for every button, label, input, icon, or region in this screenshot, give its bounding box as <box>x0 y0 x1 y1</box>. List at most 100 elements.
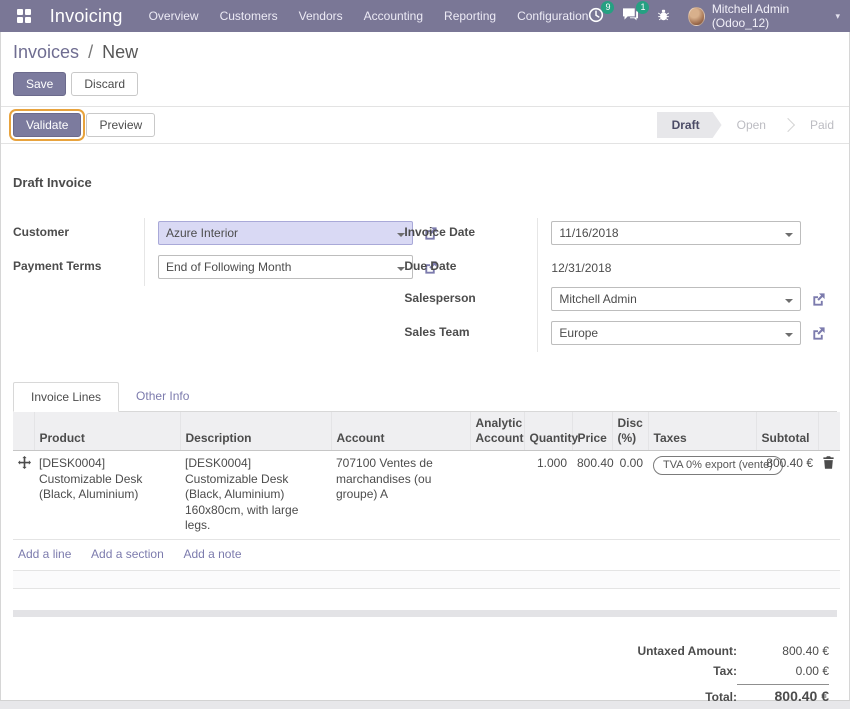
empty-list-row <box>13 570 840 588</box>
menu-customers[interactable]: Customers <box>220 1 278 31</box>
chevron-down-icon: ▾ <box>835 11 840 22</box>
messages-button[interactable]: 1 <box>622 7 639 25</box>
col-analytic-account[interactable]: Analytic Account <box>470 412 524 451</box>
control-panel: Invoices / New Save Discard <box>1 32 849 107</box>
dropdown-caret-icon <box>785 233 793 241</box>
breadcrumb: Invoices / New <box>13 42 833 63</box>
tab-other-info[interactable]: Other Info <box>119 382 206 412</box>
systray: 9 1 Mitchell Admin (Odoo_12) ▾ <box>588 2 840 30</box>
salesperson-field[interactable]: Mitchell Admin <box>551 287 801 311</box>
customer-field[interactable]: Azure Interior <box>158 221 413 245</box>
dropdown-caret-icon <box>785 299 793 307</box>
breadcrumb-current: New <box>102 42 138 62</box>
delete-column-header <box>818 412 840 451</box>
salesperson-external-link-icon[interactable] <box>811 292 826 307</box>
notebook-tabs: Invoice Lines Other Info <box>13 382 837 412</box>
menu-accounting[interactable]: Accounting <box>364 1 423 31</box>
form-statusbar: Validate Preview Draft Open Paid <box>1 107 849 144</box>
add-line-row: Add a line Add a section Add a note <box>13 539 840 570</box>
total-label: Total: <box>705 690 737 704</box>
payment-terms-label: Payment Terms <box>13 252 144 286</box>
cell-quantity[interactable]: 1.000 <box>524 451 572 540</box>
cell-product[interactable]: [DESK0004] Customizable Desk (Black, Alu… <box>34 451 180 540</box>
invoice-line-row: [DESK0004] Customizable Desk (Black, Alu… <box>13 451 840 540</box>
menu-overview[interactable]: Overview <box>149 1 199 31</box>
status-pipeline: Draft Open Paid <box>657 112 849 138</box>
cell-price[interactable]: 800.40 <box>572 451 612 540</box>
add-a-note-link[interactable]: Add a note <box>183 547 241 561</box>
total-value: 800.40 € <box>737 684 829 704</box>
sales-team-external-link-icon[interactable] <box>811 326 826 341</box>
sales-team-field[interactable]: Europe <box>551 321 801 345</box>
menu-configuration[interactable]: Configuration <box>517 1 588 31</box>
cell-disc[interactable]: 0.00 <box>612 451 648 540</box>
breadcrumb-invoices-link[interactable]: Invoices <box>13 42 79 62</box>
cell-description[interactable]: [DESK0004] Customizable Desk (Black, Alu… <box>180 451 331 540</box>
menu-reporting[interactable]: Reporting <box>444 1 496 31</box>
col-quantity[interactable]: Quantity <box>524 412 572 451</box>
document-state-title: Draft Invoice <box>13 175 837 190</box>
status-step-paid[interactable]: Paid <box>795 112 849 138</box>
tab-invoice-lines[interactable]: Invoice Lines <box>13 382 119 412</box>
bug-icon <box>657 8 670 25</box>
activities-button[interactable]: 9 <box>588 7 604 26</box>
debug-button[interactable] <box>657 8 670 25</box>
col-disc[interactable]: Disc (%) <box>612 412 648 451</box>
status-step-open[interactable]: Open <box>722 112 781 138</box>
col-description[interactable]: Description <box>180 412 331 451</box>
invoice-lines-table: Product Description Account Analytic Acc… <box>13 412 840 589</box>
due-date-value: 12/31/2018 <box>551 257 611 275</box>
customer-label: Customer <box>13 218 144 252</box>
status-step-draft[interactable]: Draft <box>657 112 722 138</box>
form-fields: Customer Azure Interior Payment Terms <box>13 218 837 352</box>
invoice-date-label: Invoice Date <box>404 218 537 252</box>
add-a-line-link[interactable]: Add a line <box>18 547 71 561</box>
save-button[interactable]: Save <box>13 72 66 96</box>
table-header-row: Product Description Account Analytic Acc… <box>13 412 840 451</box>
form-sheet: Draft Invoice Customer Azure Interior Pa <box>1 144 849 709</box>
app-title[interactable]: Invoicing <box>50 6 123 27</box>
cell-account[interactable]: 707100 Ventes de marchandises (ou groupe… <box>331 451 470 540</box>
chevron-right-icon <box>781 112 795 138</box>
apps-menu-button[interactable] <box>12 3 36 29</box>
dropdown-caret-icon <box>785 333 793 341</box>
activity-count-badge: 9 <box>601 1 614 14</box>
col-subtotal[interactable]: Subtotal <box>756 412 818 451</box>
user-avatar <box>688 7 704 26</box>
main-menu: Overview Customers Vendors Accounting Re… <box>149 1 589 31</box>
section-divider-bar <box>13 610 837 617</box>
breadcrumb-separator: / <box>88 42 93 62</box>
cell-analytic-account[interactable] <box>470 451 524 540</box>
user-name: Mitchell Admin (Odoo_12) <box>712 2 829 30</box>
col-account[interactable]: Account <box>331 412 470 451</box>
add-a-section-link[interactable]: Add a section <box>91 547 164 561</box>
discard-button[interactable]: Discard <box>71 72 138 96</box>
untaxed-amount-label: Untaxed Amount: <box>637 644 737 658</box>
sales-team-label: Sales Team <box>404 318 537 352</box>
drag-column-header <box>13 412 34 451</box>
payment-terms-field[interactable]: End of Following Month <box>158 255 413 279</box>
untaxed-amount-value: 800.40 € <box>737 644 829 658</box>
tax-value: 0.00 € <box>737 664 829 678</box>
menu-vendors[interactable]: Vendors <box>299 1 343 31</box>
tax-tag[interactable]: TVA 0% export (vente) <box>653 456 783 475</box>
preview-button[interactable]: Preview <box>86 113 155 137</box>
invoice-date-field[interactable]: 11/16/2018 <box>551 221 801 245</box>
record-buttons: Save Discard <box>13 72 833 96</box>
totals-panel: Untaxed Amount: 800.40 € Tax: 0.00 € Tot… <box>549 641 829 707</box>
cell-taxes[interactable]: TVA 0% export (vente) <box>648 451 756 540</box>
validate-button[interactable]: Validate <box>13 113 81 137</box>
notebook: Invoice Lines Other Info Product Descrip… <box>13 382 837 589</box>
user-menu[interactable]: Mitchell Admin (Odoo_12) ▾ <box>688 2 840 30</box>
col-price[interactable]: Price <box>572 412 612 451</box>
tax-label: Tax: <box>713 664 737 678</box>
workflow-buttons: Validate Preview <box>13 113 155 137</box>
col-taxes[interactable]: Taxes <box>648 412 756 451</box>
apps-grid-icon <box>17 9 31 23</box>
top-navbar: Invoicing Overview Customers Vendors Acc… <box>0 0 850 32</box>
drag-handle-icon[interactable] <box>18 456 31 469</box>
col-product[interactable]: Product <box>34 412 180 451</box>
message-count-badge: 1 <box>636 1 649 14</box>
main-page: Invoices / New Save Discard Validate Pre… <box>0 32 850 700</box>
delete-line-icon[interactable] <box>823 456 834 469</box>
